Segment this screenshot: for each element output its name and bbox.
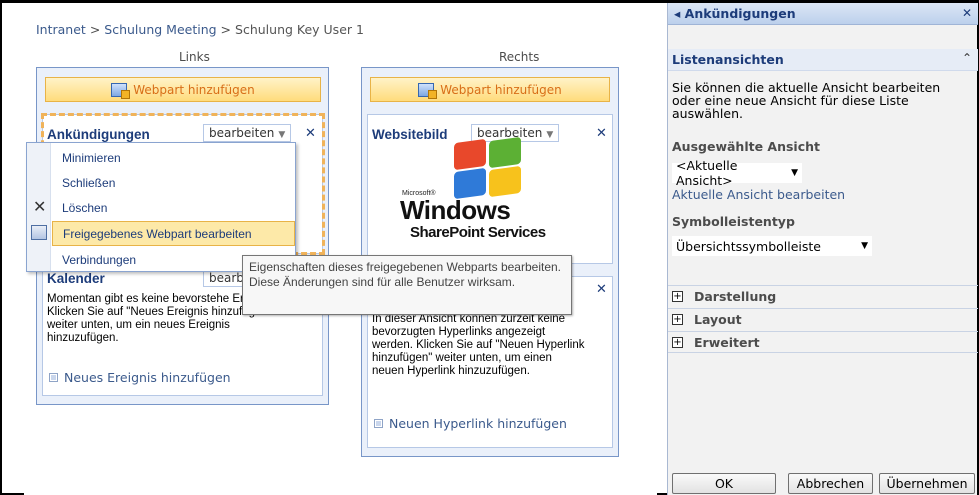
breadcrumb-current: Schulung Key User 1 xyxy=(235,22,364,37)
webpart-site-image: Websitebild bearbeiten ▼ ✕ Microsoft® Win… xyxy=(367,114,613,264)
add-event-label: Neues Ereignis hinzufügen xyxy=(64,370,231,385)
edit-current-view-link[interactable]: Aktuelle Ansicht bearbeiten xyxy=(672,187,845,202)
section-description: Sie können die aktuelle Ansicht bearbeit… xyxy=(672,80,941,121)
collapse-icon[interactable]: ⌃ xyxy=(962,51,972,65)
toolbar-type-select[interactable]: Übersichtssymbolleiste ▼ xyxy=(672,236,872,256)
selected-view-select[interactable]: <Aktuelle Ansicht> ▼ xyxy=(672,158,802,188)
expand-plus-icon: + xyxy=(672,314,683,325)
expander-appearance[interactable]: + Darstellung xyxy=(668,285,978,307)
section-title: Listenansichten xyxy=(672,52,784,67)
logo-windows-text: Windows xyxy=(400,195,511,225)
menu-item-minimize[interactable]: Minimieren xyxy=(52,145,295,170)
breadcrumb-separator: > xyxy=(220,22,232,37)
selected-view-label: Ausgewählte Ansicht xyxy=(672,139,820,154)
menu-item-delete[interactable]: Löschen xyxy=(52,195,295,220)
logo-sharepoint-text: SharePoint Services xyxy=(410,224,546,241)
webpart-title-calendar[interactable]: Kalender xyxy=(47,271,105,286)
breadcrumb-site-link[interactable]: Intranet xyxy=(36,22,86,37)
add-webpart-label: Webpart hinzufügen xyxy=(133,82,255,97)
add-webpart-icon xyxy=(111,82,131,99)
expander-label: Layout xyxy=(694,312,742,327)
expander-advanced[interactable]: + Erweitert xyxy=(668,331,978,353)
breadcrumb-page-link[interactable]: Schulung Meeting xyxy=(104,22,216,37)
cancel-button[interactable]: Abbrechen xyxy=(788,473,873,494)
delete-x-icon: ✕ xyxy=(33,197,47,216)
chevron-down-icon: ▼ xyxy=(861,241,868,251)
close-icon[interactable]: ✕ xyxy=(962,6,972,20)
tool-pane-header: ◂ Ankündigungen ✕ xyxy=(668,3,978,25)
bullet-icon xyxy=(49,373,58,382)
webpart-context-menu: ✕ Minimieren Schließen Löschen Freigegeb… xyxy=(26,142,296,272)
ok-button[interactable]: OK xyxy=(672,473,776,494)
links-empty-message: In dieser Ansicht können zurzeit keine b… xyxy=(372,313,585,377)
tool-pane-title-text: Ankündigungen xyxy=(684,6,796,21)
expand-plus-icon: + xyxy=(672,291,683,302)
expander-label: Darstellung xyxy=(694,289,777,304)
menu-item-close[interactable]: Schließen xyxy=(52,170,295,195)
expander-layout[interactable]: + Layout xyxy=(668,308,978,330)
close-icon[interactable]: ✕ xyxy=(596,282,607,297)
toolbar-type-label: Symbolleistentyp xyxy=(672,214,795,229)
zone-label-right: Rechts xyxy=(499,50,540,64)
add-webpart-button-right[interactable]: Webpart hinzufügen xyxy=(370,77,610,102)
bullet-icon xyxy=(374,419,383,428)
menu-item-edit-shared-webpart[interactable]: Freigegebenes Webpart bearbeiten xyxy=(52,221,295,246)
add-hyperlink-link[interactable]: Neuen Hyperlink hinzufügen xyxy=(374,416,567,431)
selected-view-value: <Aktuelle Ansicht> xyxy=(676,158,738,188)
breadcrumb: Intranet > Schulung Meeting > Schulung K… xyxy=(36,22,364,37)
breadcrumb-separator: > xyxy=(89,22,101,37)
section-header-list-views[interactable]: Listenansichten ⌃ xyxy=(668,49,978,71)
expand-plus-icon: + xyxy=(672,337,683,348)
tool-pane: ◂ Ankündigungen ✕ Listenansichten ⌃ Sie … xyxy=(667,3,978,495)
apply-button[interactable]: Übernehmen xyxy=(879,473,975,494)
edit-webpart-icon xyxy=(31,225,47,240)
add-webpart-button-left[interactable]: Webpart hinzufügen xyxy=(45,77,321,102)
windows-sharepoint-logo: Microsoft® Windows SharePoint Services xyxy=(394,135,562,245)
add-webpart-icon xyxy=(418,82,438,99)
expander-label: Erweitert xyxy=(694,335,760,350)
tool-pane-title: ◂ Ankündigungen xyxy=(674,6,796,21)
chevron-down-icon: ▼ xyxy=(791,168,798,178)
close-icon[interactable]: ✕ xyxy=(596,126,607,141)
zone-label-left: Links xyxy=(179,50,210,64)
add-webpart-label: Webpart hinzufügen xyxy=(440,82,562,97)
tooltip: Eigenschaften dieses freigegebenen Webpa… xyxy=(242,255,572,315)
windows-flag-icon xyxy=(454,136,524,200)
add-hyperlink-label: Neuen Hyperlink hinzufügen xyxy=(389,416,567,431)
add-event-link[interactable]: Neues Ereignis hinzufügen xyxy=(49,370,231,385)
toolbar-type-value: Übersichtssymbolleiste xyxy=(676,238,821,254)
